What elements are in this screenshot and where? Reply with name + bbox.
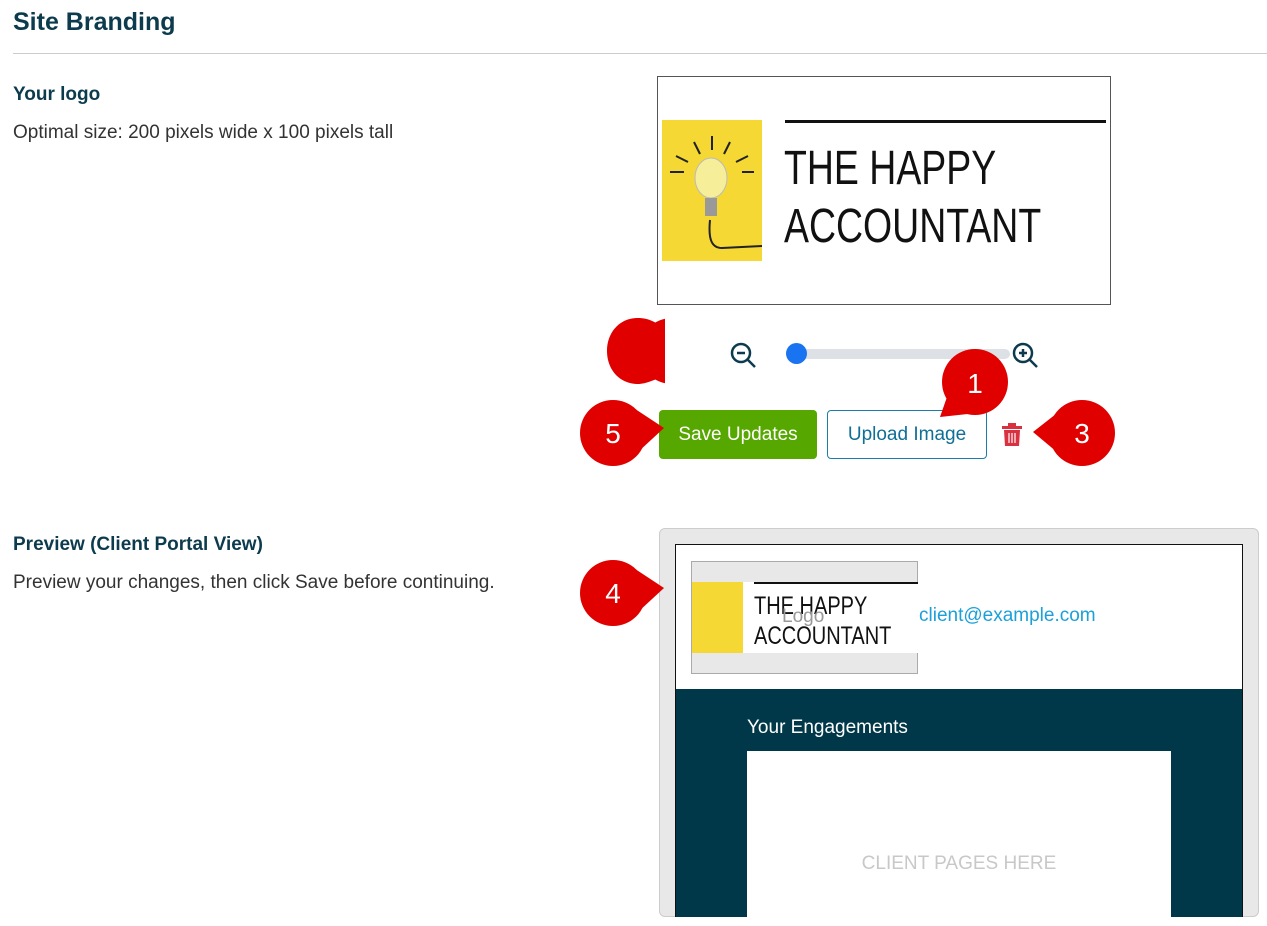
client-email[interactable]: client@example.com (919, 605, 1096, 627)
svg-text:1: 1 (967, 368, 983, 399)
callout-5: 5 (580, 400, 664, 466)
page-title: Site Branding (13, 8, 176, 36)
logo-text-line2: ACCOUNTANT (784, 200, 1042, 253)
logo-rule (785, 120, 1106, 123)
logo-preview: THE HAPPY ACCOUNTANT (657, 76, 1111, 305)
callout-2: 2 (607, 318, 665, 384)
lightbulb-image (662, 120, 763, 261)
svg-text:5: 5 (605, 418, 621, 449)
client-portal-preview: THE HAPPY ACCOUNTANT Logo client@example… (675, 544, 1243, 917)
trash-icon[interactable] (1001, 423, 1023, 447)
preview-lightbulb (692, 582, 743, 653)
svg-text:3: 3 (1074, 418, 1090, 449)
callout-3: 3 (1033, 400, 1115, 466)
callout-4: 4 (580, 560, 664, 626)
save-updates-button[interactable]: Save Updates (659, 410, 817, 459)
logo-description: Optimal size: 200 pixels wide x 100 pixe… (13, 122, 394, 143)
divider (13, 53, 1267, 54)
callout-1: 1 (940, 349, 1008, 417)
client-pages-area: CLIENT PAGES HERE (747, 751, 1171, 917)
preview-logo: THE HAPPY ACCOUNTANT Logo (691, 561, 918, 674)
logo-placeholder: Logo (782, 606, 825, 627)
preview-description: Preview your changes, then click Save be… (13, 572, 495, 593)
preview-label: Preview (Client Portal View) (13, 534, 263, 555)
svg-text:2: 2 (664, 336, 665, 367)
zoom-slider-thumb[interactable] (786, 343, 807, 364)
engagements-panel: Your Engagements CLIENT PAGES HERE (676, 689, 1242, 917)
svg-text:4: 4 (605, 578, 621, 609)
client-pages-placeholder: CLIENT PAGES HERE (861, 853, 1057, 874)
engagements-title: Your Engagements (747, 717, 908, 738)
zoom-out-icon[interactable] (728, 340, 758, 370)
logo-text-line1: THE HAPPY (784, 142, 997, 195)
logo-label: Your logo (13, 84, 101, 105)
